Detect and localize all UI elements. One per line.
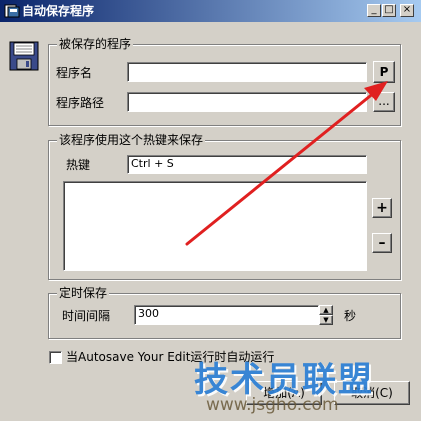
- interval-field[interactable]: 300: [134, 305, 319, 325]
- spin-up-icon[interactable]: ▲: [319, 305, 333, 315]
- hotkey-list[interactable]: [63, 181, 367, 271]
- maximize-button[interactable]: □: [382, 4, 396, 17]
- close-icon: ×: [402, 4, 412, 15]
- program-group: 被保存的程序: [48, 37, 401, 126]
- program-path-field[interactable]: [127, 92, 367, 112]
- timer-group-title: 定时保存: [57, 286, 110, 300]
- minimize-button[interactable]: _: [367, 4, 381, 17]
- close-button[interactable]: ×: [400, 4, 414, 17]
- window-title: 自动保存程序: [22, 4, 95, 18]
- spin-down-icon[interactable]: ▼: [319, 315, 333, 325]
- program-name-field[interactable]: [127, 62, 367, 82]
- interval-label: 时间间隔: [62, 309, 111, 323]
- floppy-disk-icon: [9, 41, 39, 71]
- add-hotkey-button[interactable]: +: [372, 198, 392, 218]
- hotkey-label: 热键: [66, 158, 91, 172]
- hotkey-field[interactable]: Ctrl + S: [127, 155, 367, 174]
- app-icon: [4, 4, 20, 18]
- minimize-icon: _: [371, 4, 377, 15]
- pick-program-button[interactable]: P: [373, 61, 395, 83]
- maximize-icon: □: [384, 4, 394, 15]
- interval-spinner[interactable]: ▲ ▼: [319, 305, 333, 325]
- program-path-label: 程序路径: [56, 96, 105, 110]
- program-group-title: 被保存的程序: [57, 37, 134, 51]
- title-bar[interactable]: 自动保存程序 _ □ ×: [0, 0, 421, 22]
- hotkey-group-title: 该程序使用这个热键来保存: [57, 133, 206, 147]
- watermark-url: www.jsgho.com: [206, 395, 339, 415]
- autosave-window: 自动保存程序 _ □ × 被保存的程序 程序名 P 程序路径 ... 该程序使用…: [0, 0, 421, 421]
- watermark-brand: 技术员联盟: [194, 360, 374, 400]
- program-name-label: 程序名: [56, 66, 93, 80]
- interval-unit-label: 秒: [344, 309, 357, 323]
- browse-button[interactable]: ...: [373, 92, 395, 112]
- autorun-checkbox[interactable]: [49, 351, 62, 364]
- remove-hotkey-button[interactable]: –: [372, 233, 392, 253]
